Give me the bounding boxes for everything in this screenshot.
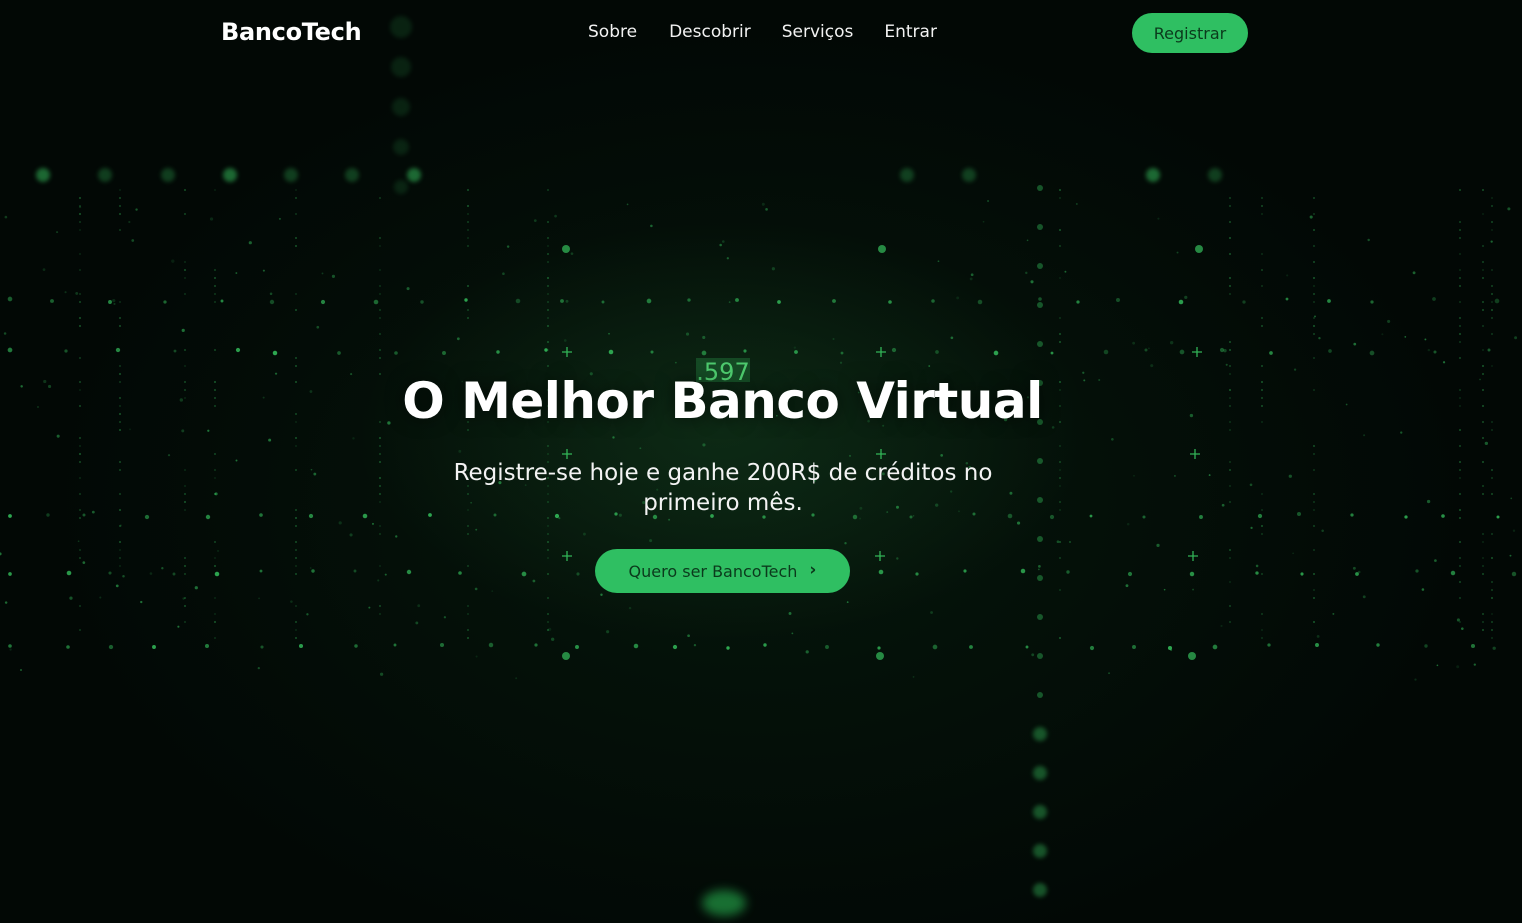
hero-section: .597 BancoTech Sobre Descobrir Serviços … — [0, 0, 1522, 923]
hero-title: O Melhor Banco Virtual — [402, 372, 1043, 430]
nav-links: Sobre Descobrir Serviços Entrar — [588, 22, 937, 42]
cta-button-label: Quero ser BancoTech — [628, 561, 798, 581]
nav-link-entrar[interactable]: Entrar — [884, 22, 937, 42]
chevron-right-icon: › — [809, 560, 817, 580]
bottom-glow — [702, 890, 746, 916]
cta-button[interactable]: Quero ser BancoTech › — [595, 549, 850, 593]
nav-link-descobrir[interactable]: Descobrir — [669, 22, 751, 42]
nav-link-sobre[interactable]: Sobre — [588, 22, 637, 42]
navbar: BancoTech Sobre Descobrir Serviços Entra… — [0, 0, 1522, 66]
register-button[interactable]: Registrar — [1132, 13, 1248, 53]
nav-link-servicos[interactable]: Serviços — [782, 22, 854, 42]
brand-logo[interactable]: BancoTech — [221, 18, 362, 46]
hero-subtitle: Registre-se hoje e ganhe 200R$ de crédit… — [453, 460, 993, 516]
